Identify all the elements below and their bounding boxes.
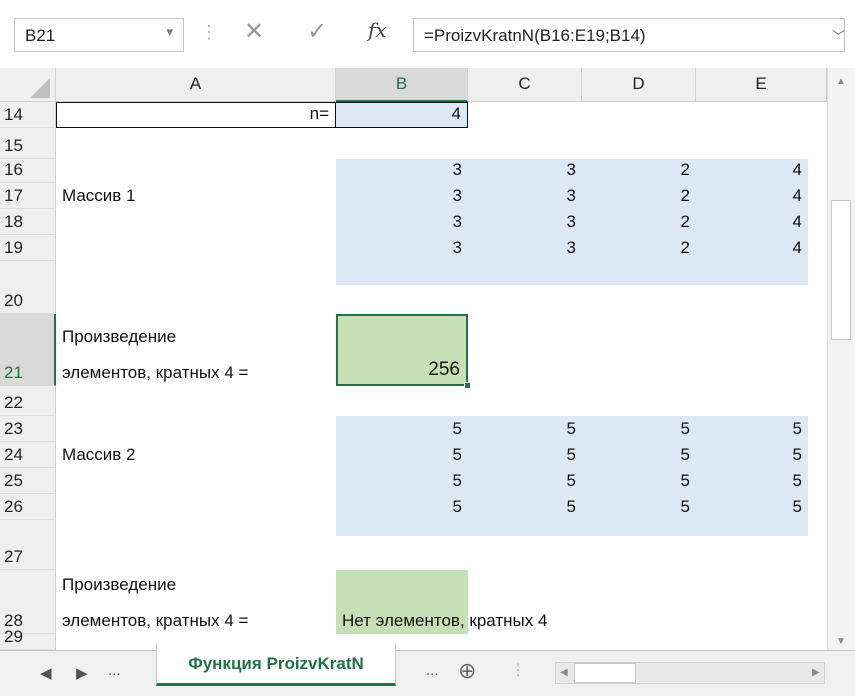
cell-a24[interactable]: Массив 2	[56, 442, 336, 468]
sheet-tab-label: Функция ProizvKratN	[188, 653, 364, 673]
cell-e16[interactable]: 4	[696, 159, 808, 183]
cell-b18[interactable]: 3	[336, 209, 468, 235]
cell-c16[interactable]: 3	[468, 159, 582, 183]
cell-b17[interactable]: 3	[336, 183, 468, 209]
vertical-dots-icon: ⋮	[200, 22, 218, 42]
cell-a21-line2[interactable]: элементов, кратных 4 =	[56, 356, 336, 386]
more-sheets-left[interactable]: ...	[108, 662, 121, 679]
column-header-e[interactable]: E	[696, 68, 827, 102]
scroll-right-icon[interactable]: ▶	[812, 667, 820, 678]
fill-handle[interactable]	[464, 382, 471, 389]
row-header-16[interactable]: 16	[0, 159, 56, 183]
cell-e26[interactable]: 5	[696, 494, 808, 520]
cell-d17[interactable]: 2	[582, 183, 696, 209]
row-header-28[interactable]: 28	[0, 570, 56, 634]
cell-e24[interactable]: 5	[696, 442, 808, 468]
cell-d23[interactable]: 5	[582, 416, 696, 442]
cell-b26[interactable]: 5	[336, 494, 468, 520]
cell-e17[interactable]: 4	[696, 183, 808, 209]
vertical-scrollbar[interactable]	[827, 68, 855, 650]
cell-e19[interactable]: 4	[696, 235, 808, 261]
scroll-left-icon[interactable]: ◀	[560, 667, 568, 678]
tab-funktsiya-proizvkratn[interactable]: Функция ProizvKratN	[156, 644, 396, 686]
column-header-a[interactable]: A	[56, 68, 336, 102]
prev-sheet-icon[interactable]: ◀	[40, 664, 52, 682]
insert-function-icon[interactable]: fx	[368, 18, 387, 42]
cell-c25[interactable]: 5	[468, 468, 582, 494]
cell-c24[interactable]: 5	[468, 442, 582, 468]
row-header-18[interactable]: 18	[0, 209, 56, 235]
name-box[interactable]: B21 ▾	[14, 18, 184, 52]
column-header-b[interactable]: B	[336, 68, 468, 102]
column-header-c[interactable]: C	[468, 68, 582, 102]
horizontal-scroll-thumb[interactable]	[574, 663, 636, 683]
cell-c23[interactable]: 5	[468, 416, 582, 442]
cell-d25[interactable]: 5	[582, 468, 696, 494]
select-all-triangle-icon	[30, 78, 50, 98]
row-header-17[interactable]: 17	[0, 183, 56, 209]
cell-d18[interactable]: 2	[582, 209, 696, 235]
cell-b21-selected[interactable]: 256	[336, 314, 468, 386]
cell-a21-line1[interactable]: Произведение	[56, 324, 336, 350]
cell-d16[interactable]: 2	[582, 159, 696, 183]
row-header-27[interactable]: 27	[0, 520, 56, 570]
cell-a17[interactable]: Массив 1	[56, 183, 336, 209]
cell-d24[interactable]: 5	[582, 442, 696, 468]
cancel-icon[interactable]: ✕	[244, 17, 264, 46]
cell-a28-line1[interactable]: Произведение	[56, 572, 336, 598]
cell-b19[interactable]: 3	[336, 235, 468, 261]
cell-c26[interactable]: 5	[468, 494, 582, 520]
cell-d26[interactable]: 5	[582, 494, 696, 520]
row-header-21[interactable]: 21	[0, 314, 56, 386]
row-header-29[interactable]: 29	[0, 627, 56, 650]
scroll-down-icon[interactable]: ▼	[836, 636, 846, 647]
more-sheets-right[interactable]: ...	[426, 662, 439, 679]
cell-a28-line2[interactable]: элементов, кратных 4 =	[56, 604, 336, 634]
cell-b16[interactable]: 3	[336, 159, 468, 183]
row-header-15[interactable]: 15	[0, 128, 56, 159]
tab-separator-icon: ⋮	[510, 662, 526, 679]
row-header-19[interactable]: 19	[0, 235, 56, 261]
cell-e18[interactable]: 4	[696, 209, 808, 235]
cell-c18[interactable]: 3	[468, 209, 582, 235]
row-header-24[interactable]: 24	[0, 442, 56, 468]
cell-b25[interactable]: 5	[336, 468, 468, 494]
row-header-14[interactable]: 14	[0, 102, 56, 128]
row-header-23[interactable]: 23	[0, 416, 56, 442]
cell-e23[interactable]: 5	[696, 416, 808, 442]
select-all-corner[interactable]	[0, 68, 56, 102]
cell-d19[interactable]: 2	[582, 235, 696, 261]
add-sheet-icon[interactable]: ⊕	[458, 658, 476, 684]
row-header-20[interactable]: 20	[0, 261, 56, 314]
vertical-scroll-thumb[interactable]	[831, 200, 851, 340]
row-header-25[interactable]: 25	[0, 468, 56, 494]
next-sheet-icon[interactable]: ▶	[76, 664, 88, 682]
cell-b28[interactable]: Нет элементов, кратных 4	[336, 604, 676, 634]
cell-b24[interactable]: 5	[336, 442, 468, 468]
scroll-up-icon[interactable]: ▲	[836, 76, 846, 87]
row-header-22[interactable]: 22	[0, 386, 56, 416]
column-header-d[interactable]: D	[582, 68, 696, 102]
chevron-down-icon[interactable]: ▾	[166, 24, 173, 40]
name-box-value: B21	[25, 26, 56, 45]
expand-formula-icon[interactable]: ﹀	[832, 26, 845, 45]
cell-c17[interactable]: 3	[468, 183, 582, 209]
cell-b23[interactable]: 5	[336, 416, 468, 442]
formula-input[interactable]: =ProizvKratnN(B16:E19;B14)	[413, 18, 845, 52]
cell-e25[interactable]: 5	[696, 468, 808, 494]
cell-a14[interactable]: n=	[56, 102, 336, 128]
cell-b14[interactable]: 4	[336, 102, 468, 128]
cell-c19[interactable]: 3	[468, 235, 582, 261]
row-header-26[interactable]: 26	[0, 494, 56, 520]
formula-text: =ProizvKratnN(B16:E19;B14)	[424, 26, 646, 45]
enter-icon[interactable]: ✓	[307, 17, 327, 46]
